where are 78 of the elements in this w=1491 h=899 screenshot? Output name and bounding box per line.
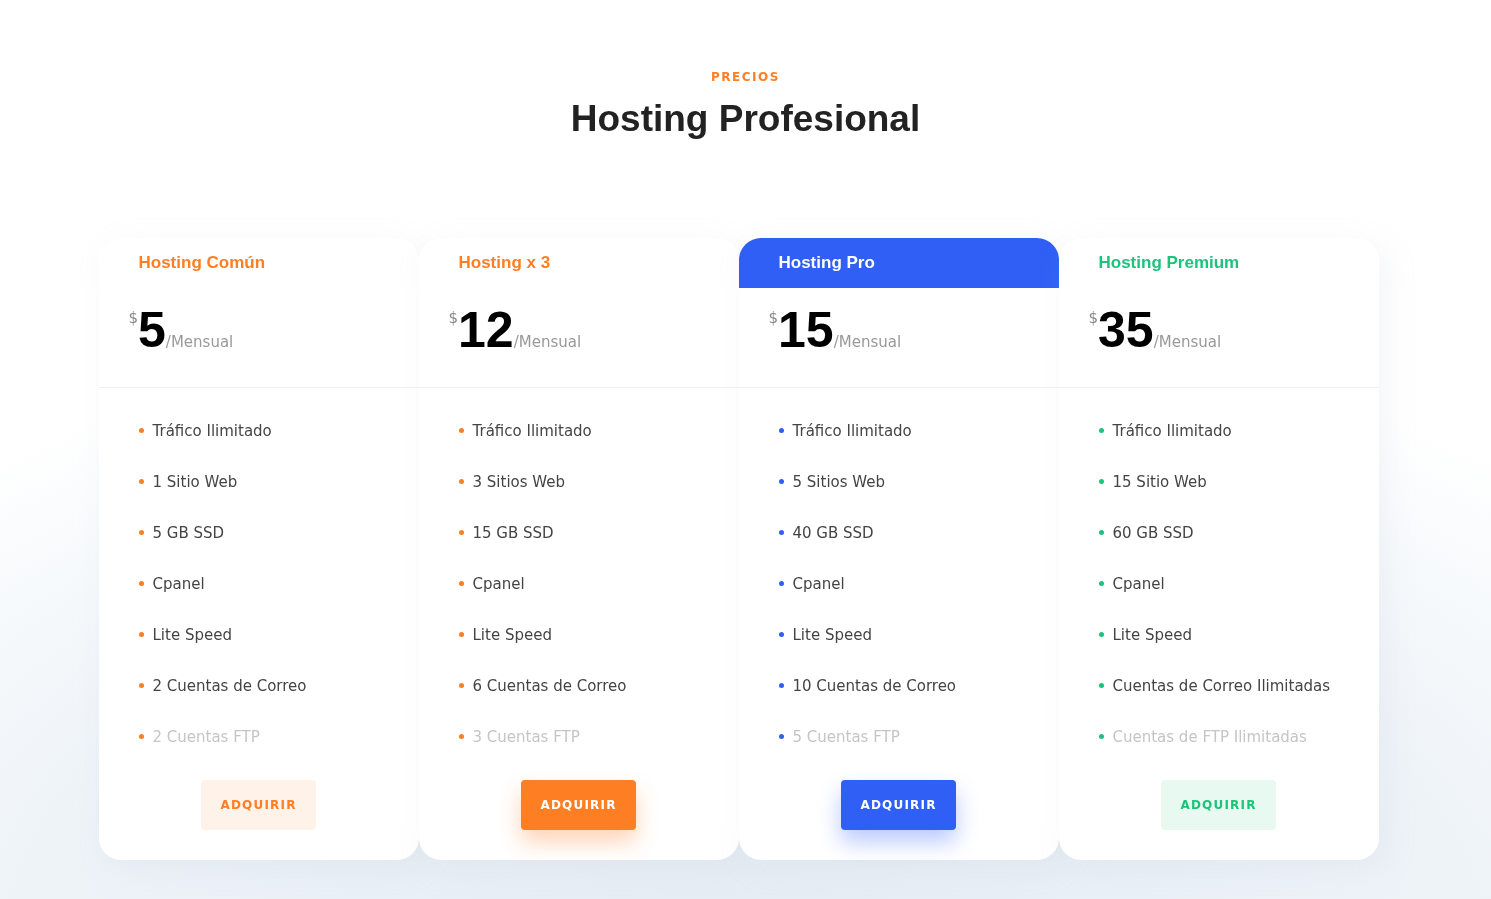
feature-text: Cpanel <box>152 574 205 593</box>
bullet-icon <box>778 479 784 484</box>
price-amount: 35 <box>1098 305 1154 355</box>
bullet-icon <box>1098 581 1104 586</box>
plan-name: Hosting Premium <box>1097 252 1241 274</box>
feature-text: Cuentas de Correo Ilimitadas <box>1112 676 1331 695</box>
bullet-icon <box>1098 734 1104 739</box>
feature-text: 60 GB SSD <box>1112 523 1194 542</box>
bullet-icon <box>458 581 464 586</box>
feature-text: Lite Speed <box>152 625 232 644</box>
bullet-icon <box>1098 479 1104 484</box>
bullet-icon <box>138 479 144 484</box>
bullet-icon <box>138 632 144 637</box>
bullet-icon <box>138 428 144 433</box>
feature-text: Lite Speed <box>472 625 552 644</box>
bullet-icon <box>458 734 464 739</box>
buy-button[interactable]: ADQUIRIR <box>521 780 636 830</box>
plan-name: Hosting x 3 <box>457 252 552 274</box>
plan-name: Hosting Común <box>137 252 267 274</box>
plan-name: Hosting Pro <box>738 238 1059 288</box>
price-period: /Mensual <box>513 333 582 351</box>
bullet-icon <box>458 428 464 433</box>
bullet-icon <box>778 428 784 433</box>
feature-text: 5 Sitios Web <box>792 472 885 491</box>
feature-text: 2 Cuentas de Correo <box>152 676 307 695</box>
feature-text: Cpanel <box>1112 574 1165 593</box>
price-amount: 15 <box>778 305 834 355</box>
feature-text: 15 GB SSD <box>472 523 554 542</box>
feature-text: 40 GB SSD <box>792 523 874 542</box>
buy-button[interactable]: ADQUIRIR <box>1161 780 1276 830</box>
feature-text: 3 Sitios Web <box>472 472 565 491</box>
price-period: /Mensual <box>165 333 234 351</box>
feature-text: 3 Cuentas FTP <box>472 727 580 746</box>
feature-text: Cpanel <box>792 574 845 593</box>
section-title: Hosting Profesional <box>570 98 921 140</box>
section-eyebrow: PRECIOS <box>711 70 780 84</box>
currency-symbol: $ <box>128 309 139 327</box>
price-period: /Mensual <box>833 333 902 351</box>
bullet-icon <box>458 683 464 688</box>
feature-text: 10 Cuentas de Correo <box>792 676 957 695</box>
bullet-icon <box>778 581 784 586</box>
bullet-icon <box>778 683 784 688</box>
bullet-icon <box>1098 683 1104 688</box>
currency-symbol: $ <box>768 309 779 327</box>
currency-symbol: $ <box>448 309 459 327</box>
bullet-icon <box>138 581 144 586</box>
bullet-icon <box>458 632 464 637</box>
buy-button[interactable]: ADQUIRIR <box>841 780 956 830</box>
feature-text: 5 Cuentas FTP <box>792 727 900 746</box>
feature-text: 5 GB SSD <box>152 523 225 542</box>
bullet-icon <box>458 479 464 484</box>
feature-text: Cpanel <box>472 574 525 593</box>
currency-symbol: $ <box>1088 309 1099 327</box>
feature-text: Tráfico Ilimitado <box>792 421 912 440</box>
price-period: /Mensual <box>1153 333 1222 351</box>
feature-text: Tráfico Ilimitado <box>472 421 592 440</box>
feature-text: Lite Speed <box>1112 625 1192 644</box>
feature-text: 1 Sitio Web <box>152 472 238 491</box>
bullet-icon <box>778 632 784 637</box>
bullet-icon <box>138 683 144 688</box>
feature-text: Tráfico Ilimitado <box>152 421 272 440</box>
feature-text: Lite Speed <box>792 625 872 644</box>
feature-text: Cuentas de FTP Ilimitadas <box>1112 727 1307 746</box>
feature-text: 6 Cuentas de Correo <box>472 676 627 695</box>
buy-button[interactable]: ADQUIRIR <box>201 780 316 830</box>
feature-text: Tráfico Ilimitado <box>1112 421 1232 440</box>
price-amount: 12 <box>458 305 514 355</box>
bullet-icon <box>1098 530 1104 535</box>
bullet-icon <box>778 734 784 739</box>
bullet-icon <box>1098 632 1104 637</box>
bullet-icon <box>778 530 784 535</box>
feature-text: 2 Cuentas FTP <box>152 727 260 746</box>
bullet-icon <box>138 734 144 739</box>
price-amount: 5 <box>138 305 166 355</box>
bullet-icon <box>138 530 144 535</box>
feature-text: 15 Sitio Web <box>1112 472 1207 491</box>
bullet-icon <box>1098 428 1104 433</box>
bullet-icon <box>458 530 464 535</box>
